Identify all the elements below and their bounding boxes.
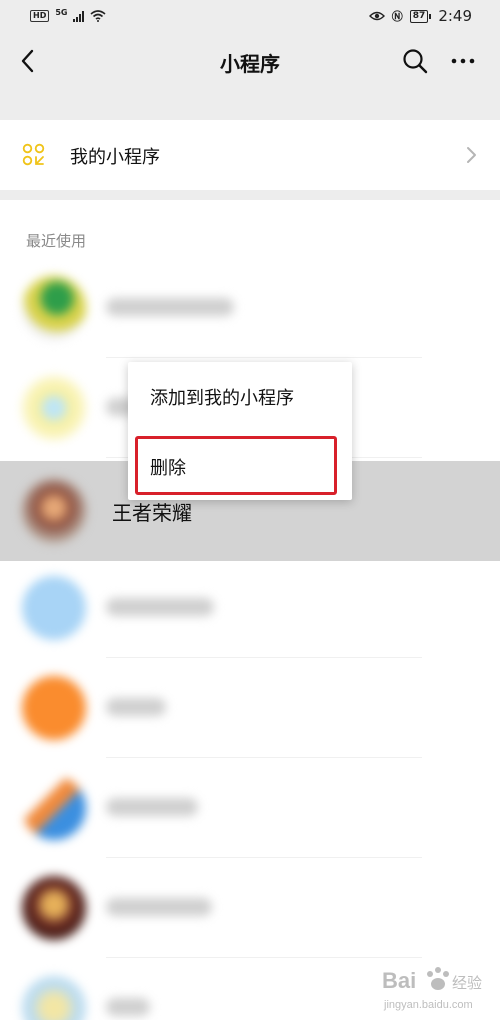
avatar: [22, 676, 86, 740]
avatar: [22, 876, 86, 940]
delete-menu-item[interactable]: 删除: [128, 432, 352, 500]
list-item[interactable]: [0, 858, 500, 958]
context-menu: 添加到我的小程序 删除: [128, 362, 352, 500]
clock: 2:49: [438, 7, 472, 25]
blurred-name: [106, 798, 198, 816]
baidu-jingyan-watermark: Bai 经验 jingyan.baidu.com: [382, 967, 482, 1011]
blurred-name: [106, 998, 150, 1016]
network-type: 5G: [55, 7, 68, 17]
recent-section: 最近使用 王者荣耀: [0, 200, 500, 1020]
hd-badge: HD: [30, 10, 50, 22]
more-icon[interactable]: [448, 46, 478, 76]
nav-bar: 小程序: [0, 32, 500, 92]
avatar: [22, 576, 86, 640]
recent-header: 最近使用: [26, 232, 87, 250]
blurred-name: [106, 698, 166, 716]
battery-icon: 87: [409, 9, 432, 23]
svg-text:jingyan.baidu.com: jingyan.baidu.com: [383, 999, 473, 1011]
list-item[interactable]: [0, 558, 500, 658]
signal-icon: [73, 10, 85, 22]
blurred-name: [106, 898, 212, 916]
avatar: [22, 776, 86, 840]
list-item-name: 王者荣耀: [112, 501, 192, 525]
list-item[interactable]: [0, 658, 500, 758]
blurred-name: [106, 598, 214, 616]
blurred-name: [106, 298, 234, 316]
avatar: [22, 276, 86, 340]
svg-text:经验: 经验: [452, 974, 482, 992]
avatar: [22, 976, 86, 1020]
nfc-icon: Ⓝ: [391, 10, 403, 23]
avatar: [22, 479, 86, 543]
battery-level: 87: [409, 9, 429, 23]
menu-item-label: 删除: [150, 458, 186, 479]
avatar: [22, 376, 86, 440]
search-icon[interactable]: [400, 46, 430, 76]
grid-icon: [22, 143, 45, 166]
my-mini-programs-item[interactable]: 我的小程序: [0, 120, 500, 190]
chevron-right-icon: [467, 147, 476, 163]
add-to-my-mini-programs-menu-item[interactable]: 添加到我的小程序: [128, 362, 352, 430]
wifi-icon: [90, 10, 107, 22]
menu-item-label: 添加到我的小程序: [150, 388, 294, 409]
status-left: HD 5G: [30, 7, 107, 22]
list-item[interactable]: [0, 258, 500, 358]
eye-icon: [368, 11, 385, 21]
my-mini-programs-label: 我的小程序: [70, 147, 160, 168]
status-right: Ⓝ 87 2:49: [368, 7, 472, 25]
list-item[interactable]: [0, 758, 500, 858]
svg-text:Bai: Bai: [382, 968, 416, 993]
status-bar: HD 5G Ⓝ 87 2:49: [0, 0, 500, 32]
